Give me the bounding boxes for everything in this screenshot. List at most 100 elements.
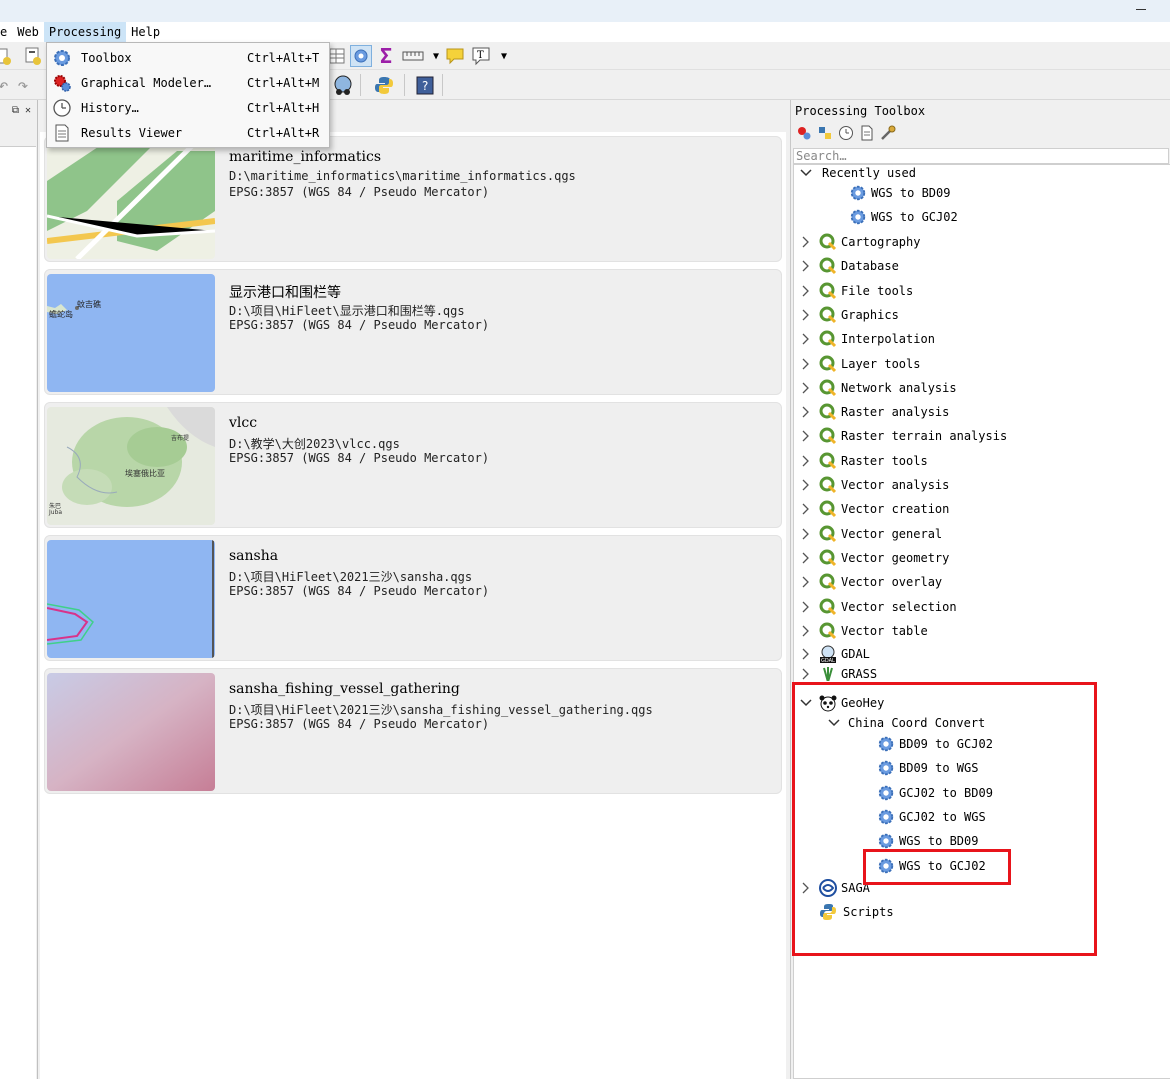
tree-node-provider[interactable]: Vector selection <box>800 596 957 618</box>
tree-node-provider[interactable]: Network analysis <box>800 377 957 399</box>
chevron-right-icon[interactable] <box>800 358 812 370</box>
tree-node-provider[interactable]: Vector creation <box>800 498 949 520</box>
tree-node-provider-gdal[interactable]: GDAL GDAL <box>800 643 870 665</box>
chevron-right-icon[interactable] <box>800 528 812 540</box>
tree-node-label: Raster analysis <box>841 405 950 420</box>
tree-node-provider[interactable]: Vector table <box>800 620 928 642</box>
python-script-icon[interactable] <box>816 124 834 142</box>
tree-node-provider[interactable]: Raster analysis <box>800 401 949 423</box>
clock-icon[interactable] <box>837 124 855 142</box>
python-console-icon[interactable] <box>373 74 395 96</box>
menu-item-web[interactable]: Web <box>12 22 44 42</box>
tree-node-provider[interactable]: Vector overlay <box>800 571 942 593</box>
tree-node-algorithm[interactable]: WGS to BD09 <box>848 182 950 204</box>
thumbnail-label: 埃塞俄比亚 <box>125 469 165 478</box>
tree-node-label: Vector general <box>841 526 943 541</box>
menu-item-help[interactable]: Help <box>126 22 165 42</box>
tree-node-provider[interactable]: Database <box>800 255 899 277</box>
menu-item-processing[interactable]: Processing <box>43 22 127 42</box>
chevron-right-icon[interactable] <box>800 430 812 442</box>
chevron-right-icon[interactable] <box>800 668 812 680</box>
chevron-right-icon[interactable] <box>800 309 812 321</box>
help-icon[interactable]: ? <box>414 74 436 96</box>
chevron-right-icon[interactable] <box>800 479 812 491</box>
menu-item-view[interactable]: e <box>0 22 12 42</box>
qgis-logo-icon <box>818 232 838 252</box>
menu-item-history[interactable]: History… Ctrl+Alt+H <box>47 95 329 120</box>
layer-settings-icon[interactable] <box>22 45 44 67</box>
text-annotation-icon[interactable]: T <box>470 45 492 67</box>
chevron-right-icon[interactable] <box>800 455 812 467</box>
close-icon[interactable]: ✕ <box>25 105 31 116</box>
menu-item-shortcut: Ctrl+Alt+H <box>247 100 320 115</box>
tree-node-provider[interactable]: Vector analysis <box>800 474 949 496</box>
tree-node-algorithm[interactable]: WGS to GCJ02 <box>848 206 958 228</box>
layer-tool-icon[interactable] <box>0 45 14 67</box>
map-tips-icon[interactable] <box>444 45 466 67</box>
wrench-icon[interactable] <box>879 124 897 142</box>
chevron-right-icon[interactable] <box>800 382 812 394</box>
chevron-right-icon[interactable] <box>800 236 812 248</box>
qgis-logo-icon <box>818 329 838 349</box>
tree-node-provider[interactable]: Vector general <box>800 523 942 545</box>
chevron-right-icon[interactable] <box>800 552 812 564</box>
tree-node-recently-used[interactable]: Recently used <box>800 162 916 184</box>
modeler-icon <box>51 72 73 94</box>
chevron-right-icon[interactable] <box>800 576 812 588</box>
minimize-icon[interactable] <box>1136 9 1146 10</box>
qgis-logo-icon <box>818 572 838 592</box>
toolbox-gear-icon[interactable] <box>350 45 372 67</box>
tree-node-provider[interactable]: Raster tools <box>800 450 928 472</box>
document-icon[interactable] <box>858 124 876 142</box>
menu-item-graphical-modeler[interactable]: Graphical Modeler… Ctrl+Alt+M <box>47 70 329 95</box>
tree-node-provider[interactable]: Interpolation <box>800 328 935 350</box>
tree-node-provider[interactable]: File tools <box>800 280 913 302</box>
gear-icon <box>51 47 73 69</box>
chevron-right-icon[interactable] <box>800 406 812 418</box>
project-name: maritime_informatics <box>229 149 382 165</box>
project-thumbnail <box>47 540 215 658</box>
qgis-logo-icon <box>818 524 838 544</box>
chevron-right-icon[interactable] <box>800 648 812 660</box>
chevron-right-icon[interactable] <box>800 625 812 637</box>
redo-icon[interactable]: ↷ <box>12 74 34 96</box>
recent-project-card[interactable]: 埃塞俄比亚 吉布提 朱巴 Juba vlcc D:\教学\大创2023\vlcc… <box>44 402 782 528</box>
globe-plugin-icon[interactable] <box>332 74 354 96</box>
float-icon[interactable]: ⧉ <box>12 105 19 116</box>
chevron-right-icon[interactable] <box>800 601 812 613</box>
menu-item-toolbox[interactable]: Toolbox Ctrl+Alt+T <box>47 45 329 70</box>
chevron-down-icon[interactable] <box>800 167 812 179</box>
recent-project-card[interactable]: 蟾蛇岛 蚊吉礁 显示港口和围栏等 D:\项目\HiFleet\显示港口和围栏等.… <box>44 269 782 395</box>
measure-ruler-icon[interactable] <box>402 45 424 67</box>
menu-item-label: Graphical Modeler… <box>81 75 212 90</box>
left-dock-panel: ⧉ ✕ <box>0 100 38 1079</box>
highlight-box-geohey <box>792 682 1097 956</box>
highlight-box-wgs-to-gcj02 <box>863 849 1011 885</box>
tree-node-provider[interactable]: Raster terrain analysis <box>800 425 1007 447</box>
menu-item-results-viewer[interactable]: Results Viewer Ctrl+Alt+R <box>47 120 329 145</box>
tree-node-label: Raster tools <box>841 453 928 468</box>
modeler-icon[interactable] <box>795 124 813 142</box>
recent-project-card[interactable]: maritime_informatics D:\maritime_informa… <box>44 136 782 262</box>
menu-item-label: History… <box>81 100 139 115</box>
tree-node-provider-grass[interactable]: GRASS <box>800 667 877 681</box>
tree-node-provider[interactable]: Vector geometry <box>800 547 949 569</box>
chevron-right-icon[interactable] <box>800 503 812 515</box>
statistics-sigma-icon[interactable]: Σ <box>375 44 397 68</box>
project-thumbnail: 埃塞俄比亚 吉布提 朱巴 Juba <box>47 407 215 525</box>
recent-project-card[interactable]: sansha_fishing_vessel_gathering D:\项目\Hi… <box>44 668 782 794</box>
project-path: D:\项目\HiFleet\2021三沙\sansha_fishing_vess… <box>229 703 653 717</box>
tree-node-provider[interactable]: Layer tools <box>800 353 920 375</box>
chevron-right-icon[interactable] <box>800 260 812 272</box>
chevron-right-icon[interactable] <box>800 333 812 345</box>
recent-project-card[interactable]: sansha D:\项目\HiFleet\2021三沙\sansha.qgs E… <box>44 535 782 661</box>
tree-node-provider[interactable]: Graphics <box>800 304 899 326</box>
qgis-logo-icon <box>818 621 838 641</box>
chevron-down-icon[interactable]: ▼ <box>493 45 515 67</box>
menu-bar: e Web Processing Help <box>0 22 1170 42</box>
project-name: sansha <box>229 548 279 564</box>
tree-node-provider[interactable]: Cartography <box>800 231 920 253</box>
chevron-right-icon[interactable] <box>800 285 812 297</box>
svg-text:GDAL: GDAL <box>821 658 835 664</box>
thumbnail-label: 蚊吉礁 <box>77 300 101 309</box>
